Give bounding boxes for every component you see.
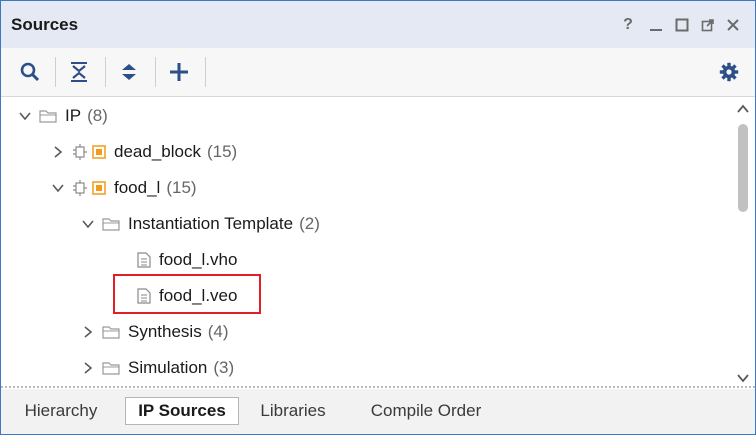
- folder-icon: [39, 109, 57, 123]
- add-sources-icon[interactable]: [165, 58, 193, 86]
- tree-item-food-l[interactable]: food_l (15): [48, 170, 197, 206]
- close-icon[interactable]: [723, 15, 743, 35]
- tree-item-label: IP: [65, 106, 82, 125]
- tree-item-synthesis[interactable]: Synthesis (4): [78, 314, 228, 350]
- tree-item-label: Synthesis: [128, 322, 202, 341]
- tree-item-count: (15): [206, 142, 238, 161]
- panel-header: Sources ?: [1, 1, 755, 48]
- divider: [1, 386, 755, 388]
- tree-item-ip[interactable]: IP (8): [15, 98, 108, 134]
- tree-item-simulation[interactable]: Simulation (3): [78, 350, 234, 385]
- scroll-up-icon[interactable]: [737, 101, 749, 119]
- sources-tree: IP (8) dead_block (15) food_l (15) Insta…: [1, 97, 731, 385]
- tree-item-count: (15): [166, 178, 197, 197]
- tree-item-label: Simulation: [128, 358, 208, 377]
- chevron-down-icon[interactable]: [15, 106, 35, 126]
- toolbar-separator: [105, 57, 106, 87]
- tree-item-label: dead_block: [114, 142, 201, 161]
- folder-icon: [102, 361, 120, 375]
- tree-item-label: food_l.vho: [159, 250, 238, 269]
- tree-item-label: food_l: [114, 178, 161, 197]
- tab-compile-order[interactable]: Compile Order: [355, 397, 497, 425]
- tree-item-label: Instantiation Template: [128, 214, 294, 233]
- ip-core-icon: [92, 181, 106, 195]
- folder-icon: [102, 325, 120, 339]
- expand-all-icon[interactable]: [115, 58, 143, 86]
- toolbar-separator: [205, 57, 206, 87]
- tree-item-count: (8): [87, 106, 108, 125]
- toolbar: [1, 48, 755, 97]
- chevron-down-icon[interactable]: [78, 214, 98, 234]
- panel-title: Sources: [11, 15, 79, 34]
- maximize-icon[interactable]: [672, 15, 692, 35]
- collapse-all-icon[interactable]: [65, 58, 93, 86]
- tab-bar: Hierarchy IP Sources Libraries Compile O…: [1, 389, 755, 434]
- tree-item-count: (3): [213, 358, 235, 377]
- highlight-box: [113, 274, 261, 314]
- tree-item-count: (4): [207, 322, 229, 341]
- chevron-right-icon[interactable]: [78, 322, 98, 342]
- help-icon[interactable]: ?: [618, 15, 638, 35]
- sources-panel: Sources ? IP (8) dead_block (15) food_l …: [0, 0, 756, 435]
- tree-item-dead-block[interactable]: dead_block (15): [48, 134, 237, 170]
- hierarchy-icon: [72, 180, 88, 196]
- tree-item-food-l-vho[interactable]: food_l.vho: [137, 242, 237, 278]
- chevron-right-icon[interactable]: [48, 142, 68, 162]
- hierarchy-icon: [72, 144, 88, 160]
- tab-ip-sources[interactable]: IP Sources: [125, 397, 239, 425]
- scrollbar-thumb[interactable]: [738, 124, 748, 212]
- tab-hierarchy[interactable]: Hierarchy: [13, 397, 109, 425]
- search-icon[interactable]: [16, 58, 44, 86]
- minimize-icon[interactable]: [646, 15, 666, 35]
- tab-libraries[interactable]: Libraries: [251, 397, 335, 425]
- chevron-right-icon[interactable]: [78, 358, 98, 378]
- tree-item-instantiation-template[interactable]: Instantiation Template (2): [78, 206, 320, 242]
- chevron-down-icon[interactable]: [48, 178, 68, 198]
- folder-icon: [102, 217, 120, 231]
- toolbar-separator: [55, 57, 56, 87]
- tree-item-count: (2): [299, 214, 320, 233]
- float-icon[interactable]: [698, 15, 718, 35]
- vertical-scrollbar[interactable]: [732, 97, 754, 385]
- file-icon: [137, 252, 151, 268]
- settings-icon[interactable]: [715, 58, 743, 86]
- toolbar-separator: [155, 57, 156, 87]
- ip-core-icon: [92, 145, 106, 159]
